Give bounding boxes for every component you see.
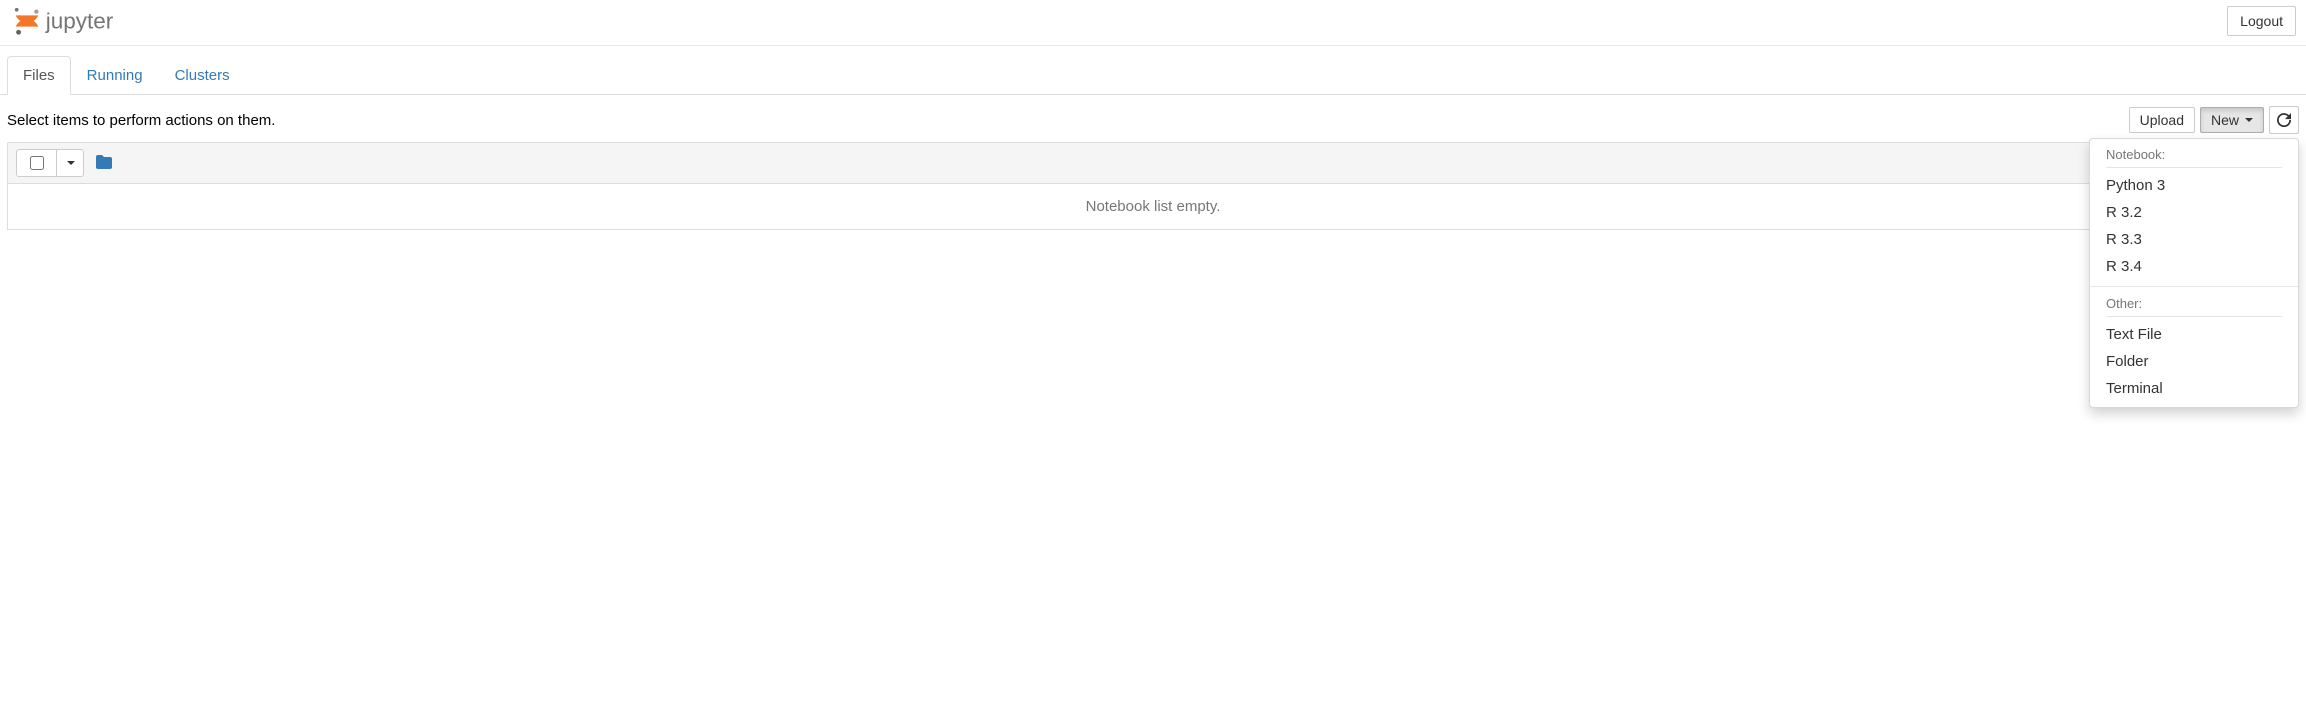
new-dropdown-menu: Notebook: Python 3 R 3.2 R 3.3 R 3.4 Oth…	[2089, 138, 2299, 408]
caret-down-icon	[2245, 118, 2253, 122]
new-r33[interactable]: R 3.3	[2090, 226, 2298, 253]
new-button-label: New	[2211, 112, 2239, 128]
tabs-bar: Files Running Clusters	[0, 46, 2306, 95]
dropdown-header-other: Other:	[2090, 293, 2298, 314]
new-r34[interactable]: R 3.4	[2090, 253, 2298, 280]
toolbar-hint: Select items to perform actions on them.	[7, 112, 275, 129]
new-python3[interactable]: Python 3	[2090, 172, 2298, 199]
select-all-checkbox[interactable]	[30, 156, 44, 170]
list-header	[7, 142, 2299, 184]
new-terminal[interactable]: Terminal	[2090, 375, 2298, 402]
new-r32[interactable]: R 3.2	[2090, 199, 2298, 226]
tab-clusters[interactable]: Clusters	[159, 56, 246, 95]
dropdown-divider	[2106, 316, 2282, 317]
select-all-checkbox-wrapper[interactable]	[17, 150, 57, 176]
brand-text: jupyter	[45, 9, 114, 34]
tab-running[interactable]: Running	[71, 56, 159, 95]
dropdown-divider	[2106, 167, 2282, 168]
new-text-file[interactable]: Text File	[2090, 321, 2298, 348]
dropdown-divider	[2090, 286, 2298, 287]
jupyter-logo[interactable]: jupyter	[7, 5, 137, 37]
refresh-icon	[2277, 113, 2291, 127]
caret-down-icon	[67, 161, 75, 165]
list-empty-message: Notebook list empty.	[7, 184, 2299, 230]
breadcrumb-folder[interactable]	[96, 155, 112, 172]
toolbar: Select items to perform actions on them.…	[0, 95, 2306, 142]
select-dropdown[interactable]	[57, 150, 83, 176]
dropdown-header-notebook: Notebook:	[2090, 144, 2298, 165]
folder-icon	[96, 155, 112, 169]
file-list-area: Notebook list empty.	[0, 142, 2306, 230]
logout-button[interactable]: Logout	[2227, 6, 2296, 36]
tab-files[interactable]: Files	[7, 56, 71, 95]
select-all-group	[16, 149, 84, 177]
header: jupyter Logout	[0, 0, 2306, 46]
new-folder[interactable]: Folder	[2090, 348, 2298, 375]
refresh-button[interactable]	[2269, 106, 2299, 134]
upload-button[interactable]: Upload	[2129, 107, 2195, 133]
new-button[interactable]: New	[2200, 107, 2264, 133]
